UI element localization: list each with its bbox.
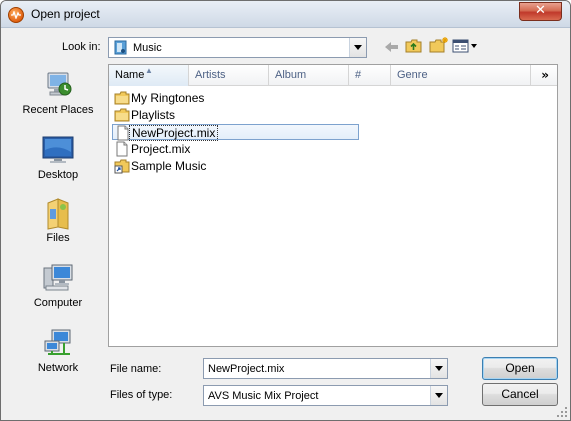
new-folder-icon[interactable] bbox=[429, 36, 449, 57]
files-icon bbox=[42, 197, 74, 230]
file-name: Playlists bbox=[131, 108, 176, 122]
list-item[interactable]: Project.mix bbox=[112, 141, 356, 157]
chevron-down-icon[interactable] bbox=[349, 38, 366, 57]
list-item[interactable]: Playlists bbox=[112, 107, 356, 123]
list-item[interactable]: Sample Music bbox=[112, 158, 356, 174]
folder-icon bbox=[114, 90, 130, 106]
place-computer[interactable]: Computer bbox=[11, 262, 105, 309]
resize-grip-icon[interactable] bbox=[556, 406, 568, 418]
open-project-dialog: Open project ✕ Look in: Music Recent Pla… bbox=[0, 0, 571, 421]
title-bar[interactable]: Open project ✕ bbox=[1, 1, 570, 28]
file-name-input[interactable]: NewProject.mix bbox=[203, 358, 448, 379]
folder-icon bbox=[114, 107, 130, 123]
close-button[interactable]: ✕ bbox=[519, 2, 562, 21]
place-label: Files bbox=[46, 232, 70, 244]
column-genre-header[interactable]: Genre bbox=[391, 65, 531, 86]
column-album-header[interactable]: Album bbox=[269, 65, 349, 86]
file-name-label: File name: bbox=[110, 363, 162, 375]
more-columns-chevron[interactable]: » bbox=[541, 65, 549, 86]
file-list-view[interactable]: ▲ Name Artists Album # Genre » My Ringto… bbox=[108, 64, 558, 347]
file-name: NewProject.mix bbox=[128, 125, 219, 141]
sort-ascending-icon: ▲ bbox=[145, 66, 153, 75]
window-title: Open project bbox=[31, 7, 100, 21]
place-label: Network bbox=[37, 362, 79, 374]
place-label: Recent Places bbox=[22, 104, 94, 116]
list-item[interactable]: My Ringtones bbox=[112, 90, 356, 106]
computer-icon bbox=[42, 262, 74, 294]
place-label: Computer bbox=[33, 297, 83, 309]
chevron-down-icon[interactable] bbox=[430, 359, 447, 378]
music-folder-icon bbox=[114, 40, 128, 55]
column-label: Genre bbox=[397, 69, 428, 81]
place-label: Desktop bbox=[37, 169, 79, 181]
cancel-button[interactable]: Cancel bbox=[482, 383, 558, 406]
column-number-header[interactable]: # bbox=[349, 65, 391, 86]
places-bar: Recent Places Desktop Files Computer Net… bbox=[11, 64, 105, 409]
column-label: Name bbox=[115, 69, 145, 81]
file-type-dropdown[interactable]: AVS Music Mix Project bbox=[203, 385, 448, 406]
column-header-row: ▲ Name Artists Album # Genre » bbox=[109, 65, 557, 86]
desktop-icon bbox=[42, 134, 74, 166]
file-name: Sample Music bbox=[131, 159, 207, 173]
list-item-selected[interactable]: NewProject.mix bbox=[112, 124, 359, 141]
file-type-label: Files of type: bbox=[110, 389, 173, 401]
file-name-value: NewProject.mix bbox=[208, 363, 285, 375]
place-files[interactable]: Files bbox=[11, 197, 105, 244]
column-label: Artists bbox=[195, 69, 226, 81]
column-label: # bbox=[355, 69, 362, 81]
shortcut-folder-icon bbox=[114, 158, 130, 174]
file-type-value: AVS Music Mix Project bbox=[208, 390, 319, 402]
back-arrow-icon[interactable] bbox=[384, 40, 400, 57]
document-icon bbox=[115, 125, 131, 141]
place-recent-places[interactable]: Recent Places bbox=[11, 69, 105, 116]
avs-app-icon bbox=[8, 7, 24, 23]
look-in-label: Look in: bbox=[62, 41, 101, 53]
place-network[interactable]: Network bbox=[11, 327, 105, 374]
network-icon bbox=[42, 327, 74, 359]
view-menu-icon[interactable] bbox=[452, 39, 478, 56]
look-in-dropdown[interactable]: Music bbox=[108, 37, 367, 58]
document-icon bbox=[114, 141, 130, 157]
chevron-down-icon[interactable] bbox=[430, 386, 447, 405]
file-name: Project.mix bbox=[131, 142, 191, 156]
look-in-value: Music bbox=[133, 42, 162, 54]
recent-places-icon bbox=[42, 69, 74, 101]
column-label: Album bbox=[275, 69, 307, 81]
column-name-header[interactable]: ▲ Name bbox=[109, 65, 189, 86]
place-desktop[interactable]: Desktop bbox=[11, 134, 105, 181]
file-name: My Ringtones bbox=[131, 91, 205, 105]
up-folder-icon[interactable] bbox=[405, 38, 423, 57]
open-button[interactable]: Open bbox=[482, 357, 558, 380]
column-artists-header[interactable]: Artists bbox=[189, 65, 269, 86]
